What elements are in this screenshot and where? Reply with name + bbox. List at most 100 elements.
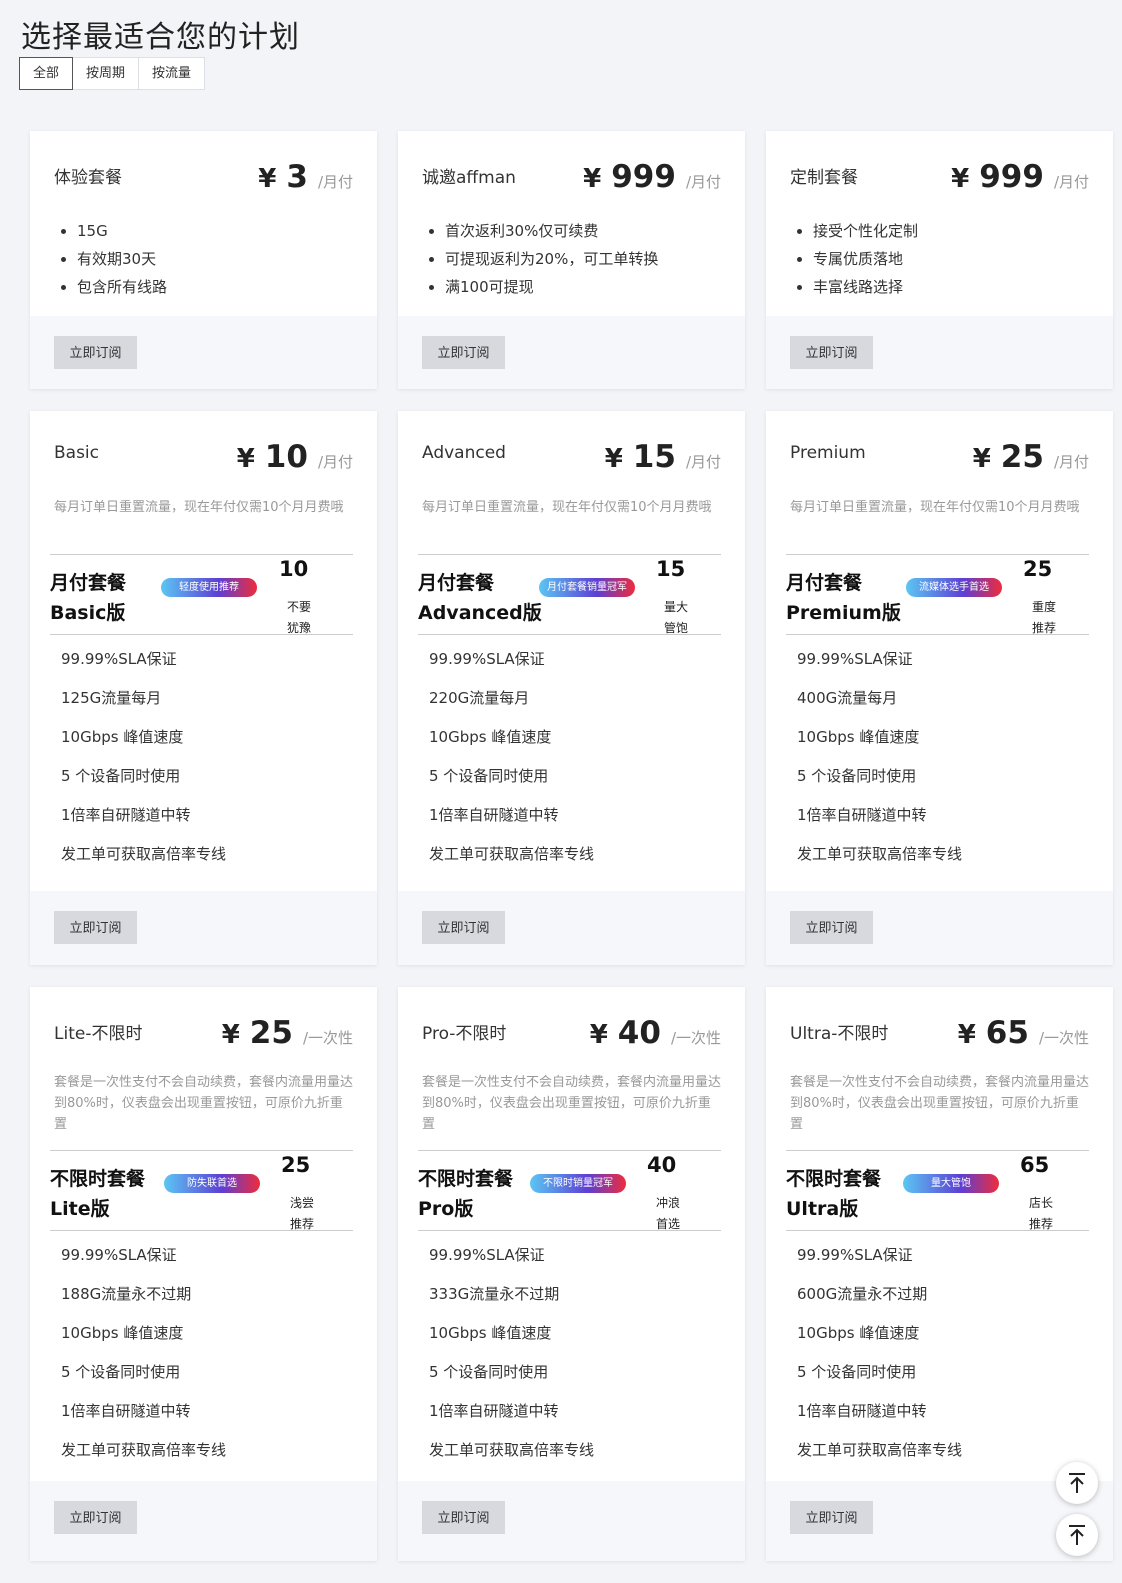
list-item: 10Gbps 峰值速度: [797, 728, 920, 746]
subscribe-button[interactable]: 立即订阅: [790, 336, 873, 369]
plan-card-lite: Lite-不限时 ¥ 25 /一次性 套餐是一次性支付不会自动续费，套餐内流量用…: [30, 987, 377, 1561]
currency-symbol: ¥: [951, 164, 970, 194]
currency-symbol: ¥: [604, 444, 623, 474]
price-value: 999: [979, 159, 1044, 195]
plan-name: 体验套餐: [54, 168, 122, 188]
tab-all[interactable]: 全部: [19, 57, 74, 90]
list-item: 10Gbps 峰值速度: [797, 1324, 920, 1342]
subscribe-button[interactable]: 立即订阅: [790, 1501, 873, 1534]
plan-price: ¥ 25 /月付: [973, 439, 1089, 475]
plan-name: Advanced: [422, 443, 506, 463]
list-item: 专属优质落地: [813, 245, 1113, 273]
plan-banner: 月付套餐 Premium版 流媒体选手首选 25 重度推荐: [786, 554, 1089, 635]
plan-card-pro: Pro-不限时 ¥ 40 /一次性 套餐是一次性支付不会自动续费，套餐内流量用量…: [398, 987, 745, 1561]
banner-title: 月付套餐: [418, 572, 495, 594]
tab-by-traffic[interactable]: 按流量: [138, 57, 206, 90]
banner-price: 25: [1023, 557, 1053, 581]
banner-price: 25: [281, 1153, 311, 1177]
banner-subtitle: Basic版: [50, 602, 126, 624]
feature-list: 99.99%SLA保证 400G流量每月 10Gbps 峰值速度 5 个设备同时…: [797, 649, 962, 883]
list-item: 1倍率自研隧道中转: [429, 806, 559, 824]
banner-note: 量大管饱: [664, 600, 689, 635]
list-item: 5 个设备同时使用: [797, 767, 917, 785]
plan-name: Lite-不限时: [54, 1024, 143, 1044]
plan-card-trial: 体验套餐 ¥ 3 /月付 15G 有效期30天 包含所有线路 立即订阅: [30, 131, 377, 389]
back-to-top-button[interactable]: [1056, 1462, 1098, 1504]
banner-title: 月付套餐: [50, 572, 127, 594]
list-item: 10Gbps 峰值速度: [429, 728, 552, 746]
price-unit: /月付: [685, 173, 721, 191]
feature-list: 99.99%SLA保证 600G流量永不过期 10Gbps 峰值速度 5 个设备…: [797, 1245, 962, 1479]
plan-name: 定制套餐: [790, 168, 858, 188]
list-item: 99.99%SLA保证: [429, 650, 545, 668]
price-value: 25: [1000, 439, 1044, 475]
subscribe-button[interactable]: 立即订阅: [54, 1501, 137, 1534]
subscribe-button[interactable]: 立即订阅: [422, 911, 505, 944]
card-footer: 立即订阅: [766, 891, 1113, 965]
plan-card-advanced: Advanced ¥ 15 /月付 每月订单日重置流量，现在年付仅需10个月月费…: [398, 411, 745, 965]
subscribe-button[interactable]: 立即订阅: [422, 336, 505, 369]
list-item: 1倍率自研隧道中转: [429, 1402, 559, 1420]
banner-subtitle: Pro版: [418, 1198, 474, 1220]
banner-note: 不要犹豫: [287, 600, 312, 635]
banner-title: 月付套餐: [786, 572, 863, 594]
plan-description: 套餐是一次性支付不会自动续费，套餐内流量用量达到80%时，仪表盘会出现重置按钮，…: [54, 1075, 354, 1132]
subscribe-button[interactable]: 立即订阅: [54, 911, 137, 944]
currency-symbol: ¥: [583, 164, 602, 194]
banner-subtitle: Premium版: [786, 602, 901, 624]
banner-price: 15: [656, 557, 686, 581]
recommend-badge: 轻度使用推荐: [161, 578, 257, 597]
banner-price: 10: [279, 557, 309, 581]
plan-card-premium: Premium ¥ 25 /月付 每月订单日重置流量，现在年付仅需10个月月费哦…: [766, 411, 1113, 965]
plan-bullets: 首次返利30%仅可续费 可提现返利为20%，可工单转换 满100可提现: [398, 217, 745, 301]
plan-price: ¥ 10 /月付: [237, 439, 353, 475]
card-footer: 立即订阅: [398, 1481, 745, 1561]
list-item: 10Gbps 峰值速度: [61, 1324, 184, 1342]
list-item: 333G流量永不过期: [429, 1285, 560, 1303]
plan-name: Ultra-不限时: [790, 1024, 889, 1044]
list-item: 5 个设备同时使用: [61, 1363, 181, 1381]
plan-bullets: 15G 有效期30天 包含所有线路: [30, 217, 377, 301]
banner-note: 重度推荐: [1032, 600, 1057, 635]
banner-title: 不限时套餐: [786, 1168, 882, 1190]
price-unit: /月付: [685, 453, 721, 471]
price-unit: /月付: [317, 173, 353, 191]
plan-price: ¥ 3 /月付: [258, 159, 353, 195]
list-item: 1倍率自研隧道中转: [797, 806, 927, 824]
list-item: 发工单可获取高倍率专线: [429, 1441, 595, 1459]
plan-banner: 不限时套餐 Pro版 不限时销量冠军 40 冲浪首选: [418, 1150, 721, 1231]
list-item: 满100可提现: [445, 273, 745, 301]
plan-name: Premium: [790, 443, 866, 463]
price-value: 40: [617, 1015, 661, 1051]
recommend-badge: 不限时销量冠军: [530, 1174, 626, 1193]
list-item: 5 个设备同时使用: [797, 1363, 917, 1381]
currency-symbol: ¥: [258, 164, 277, 194]
price-unit: /一次性: [1038, 1029, 1089, 1047]
list-item: 发工单可获取高倍率专线: [429, 845, 595, 863]
plan-name: Pro-不限时: [422, 1024, 507, 1044]
page-title: 选择最适合您的计划: [21, 20, 300, 55]
subscribe-button[interactable]: 立即订阅: [54, 336, 137, 369]
list-item: 有效期30天: [77, 245, 377, 273]
list-item: 99.99%SLA保证: [429, 1246, 545, 1264]
plan-card-basic: Basic ¥ 10 /月付 每月订单日重置流量，现在年付仅需10个月月费哦 月…: [30, 411, 377, 965]
plan-description: 每月订单日重置流量，现在年付仅需10个月月费哦: [54, 500, 344, 515]
banner-note: 冲浪首选: [656, 1196, 681, 1231]
plan-description: 套餐是一次性支付不会自动续费，套餐内流量用量达到80%时，仪表盘会出现重置按钮，…: [790, 1075, 1090, 1132]
banner-title: 不限时套餐: [418, 1168, 514, 1190]
back-to-top-button[interactable]: [1056, 1514, 1098, 1556]
price-unit: /一次性: [670, 1029, 721, 1047]
plan-price: ¥ 999 /月付: [583, 159, 721, 195]
list-item: 188G流量永不过期: [61, 1285, 192, 1303]
subscribe-button[interactable]: 立即订阅: [790, 911, 873, 944]
subscribe-button[interactable]: 立即订阅: [422, 1501, 505, 1534]
list-item: 发工单可获取高倍率专线: [797, 1441, 963, 1459]
price-value: 10: [264, 439, 308, 475]
price-unit: /一次性: [302, 1029, 353, 1047]
tab-by-period[interactable]: 按周期: [72, 57, 140, 90]
plan-price: ¥ 15 /月付: [605, 439, 721, 475]
plan-name: 诚邀affman: [422, 168, 516, 188]
plan-price: ¥ 999 /月付: [951, 159, 1089, 195]
price-unit: /月付: [317, 453, 353, 471]
list-item: 1倍率自研隧道中转: [797, 1402, 927, 1420]
